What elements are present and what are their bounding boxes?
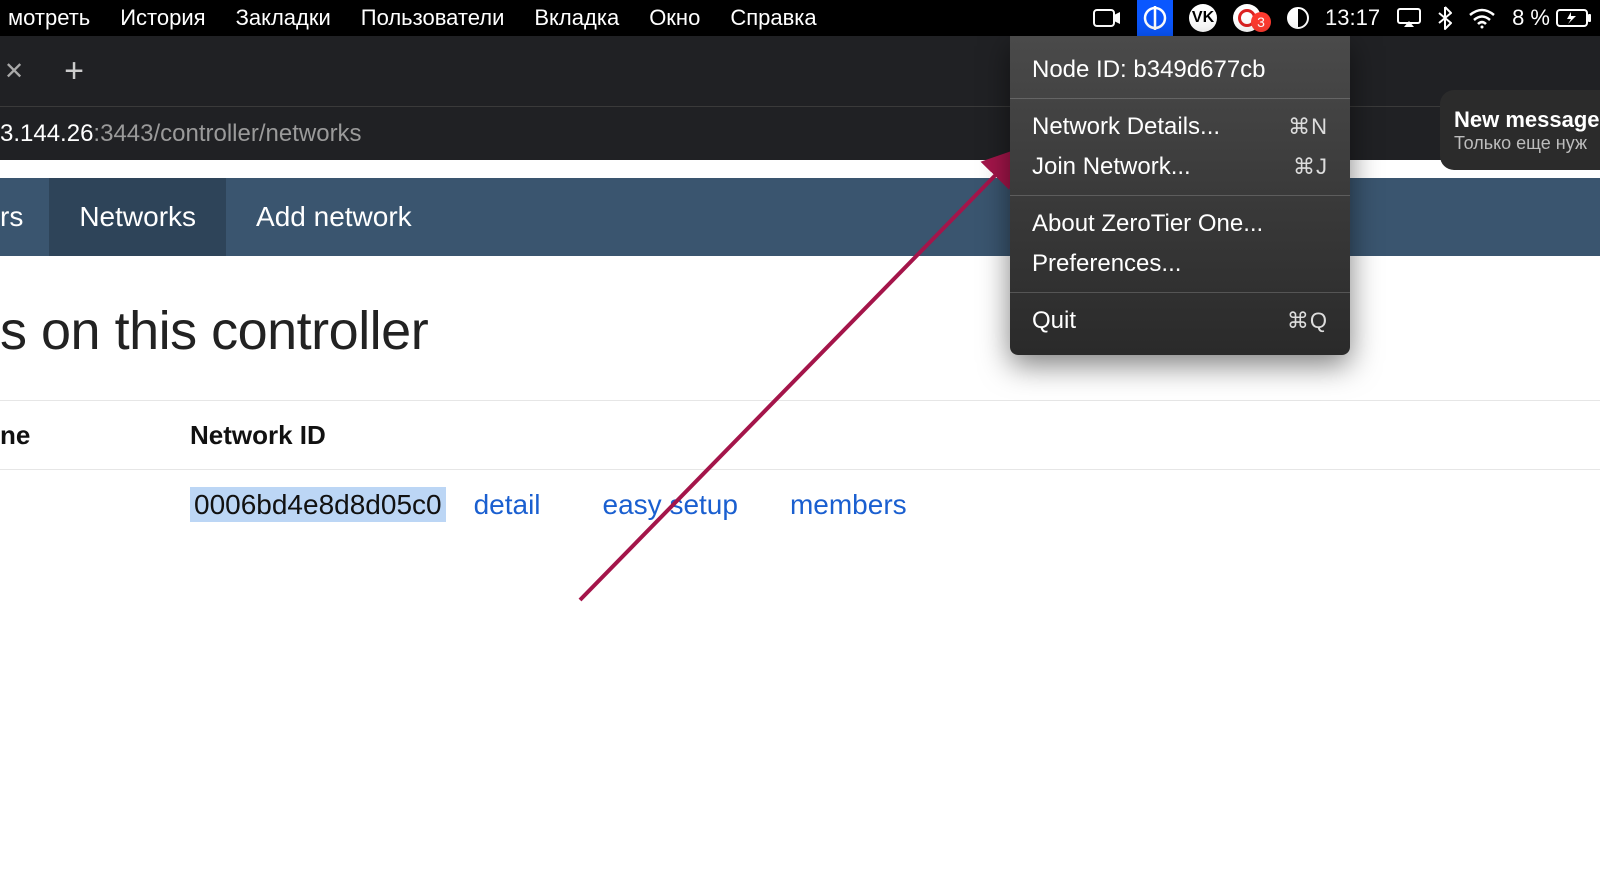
page-content: s on this controller ne Network ID 0006b… [0,256,1600,875]
tab-close-button[interactable]: ✕ [4,57,24,86]
macos-menubar: мотреть История Закладки Пользователи Вк… [0,0,1600,36]
zerotier-menu: Node ID: b349d677cb Network Details... ⌘… [1010,36,1350,355]
cell-network-id: 0006bd4e8d8d05c0 [190,489,446,521]
col-header-network-id: Network ID [190,420,490,451]
table-header-row: ne Network ID [0,400,1600,470]
menu-view[interactable]: мотреть [8,5,90,31]
opera-icon[interactable]: 3 [1233,4,1271,32]
zoom-icon[interactable] [1093,7,1121,29]
zt-preferences[interactable]: Preferences... [1010,244,1350,284]
clock: 13:17 [1325,5,1380,31]
address-bar[interactable]: 3.144.26:3443/controller/networks [0,106,1600,160]
zt-quit-label: Quit [1032,307,1076,335]
zt-about-label: About ZeroTier One... [1032,210,1263,238]
network-id-value[interactable]: 0006bd4e8d8d05c0 [190,487,446,522]
col-header-name: ne [0,420,190,451]
menu-window[interactable]: Окно [649,5,700,31]
zt-network-details[interactable]: Network Details... ⌘N [1010,107,1350,147]
battery-percent: 8 % [1512,5,1550,31]
address-path: :3443/controller/networks [93,120,361,148]
battery-status[interactable]: 8 % [1512,5,1592,31]
menu-bookmarks[interactable]: Закладки [236,5,331,31]
nav-networks[interactable]: Networks [49,178,226,256]
zt-node-id-label: Node ID: b349d677cb [1032,56,1266,84]
airplay-icon[interactable] [1396,7,1422,29]
contrast-icon[interactable] [1287,7,1309,29]
battery-icon [1556,9,1592,27]
menu-tab[interactable]: Вкладка [534,5,619,31]
zt-network-details-label: Network Details... [1032,113,1220,141]
page-nav: rs Networks Add network [0,178,1600,256]
notification-panel[interactable]: New message Только еще нуж [1440,90,1600,170]
zt-quit[interactable]: Quit ⌘Q [1010,301,1350,341]
zt-join-network-label: Join Network... [1032,153,1191,181]
zt-about[interactable]: About ZeroTier One... [1010,204,1350,244]
zerotier-menubar-icon[interactable] [1137,0,1173,36]
shortcut-cmd-q: ⌘Q [1287,308,1328,334]
menu-separator [1010,98,1350,99]
bluetooth-icon[interactable] [1438,6,1452,30]
menu-separator [1010,195,1350,196]
vk-icon[interactable]: VK [1189,4,1217,32]
link-members[interactable]: members [790,489,907,521]
table-row: 0006bd4e8d8d05c0 detail easy setup membe… [0,470,1600,540]
shortcut-cmd-n: ⌘N [1288,114,1328,140]
menu-history[interactable]: История [120,5,205,31]
networks-table: ne Network ID 0006bd4e8d8d05c0 detail ea… [0,400,1600,540]
notification-badge: 3 [1251,12,1271,32]
nav-add-network[interactable]: Add network [226,178,442,256]
notification-title: New message [1454,107,1590,133]
menu-users[interactable]: Пользователи [361,5,505,31]
nav-item-truncated[interactable]: rs [0,178,49,256]
link-detail[interactable]: detail [474,489,541,521]
page-heading: s on this controller [0,300,1600,362]
shortcut-cmd-j: ⌘J [1293,154,1328,180]
zt-node-id: Node ID: b349d677cb [1010,50,1350,90]
wifi-icon[interactable] [1468,7,1496,29]
link-easy-setup[interactable]: easy setup [603,489,738,521]
status-area: VK 3 13:17 8 % [1093,0,1592,36]
zt-join-network[interactable]: Join Network... ⌘J [1010,147,1350,187]
app-menus: мотреть История Закладки Пользователи Вк… [8,5,817,31]
menu-help[interactable]: Справка [730,5,816,31]
browser-tab-strip: ✕ + [0,36,1600,106]
menu-separator [1010,292,1350,293]
zt-preferences-label: Preferences... [1032,250,1181,278]
notification-subtitle: Только еще нуж [1454,133,1590,154]
new-tab-button[interactable]: + [64,52,84,91]
address-host: 3.144.26 [0,120,93,148]
